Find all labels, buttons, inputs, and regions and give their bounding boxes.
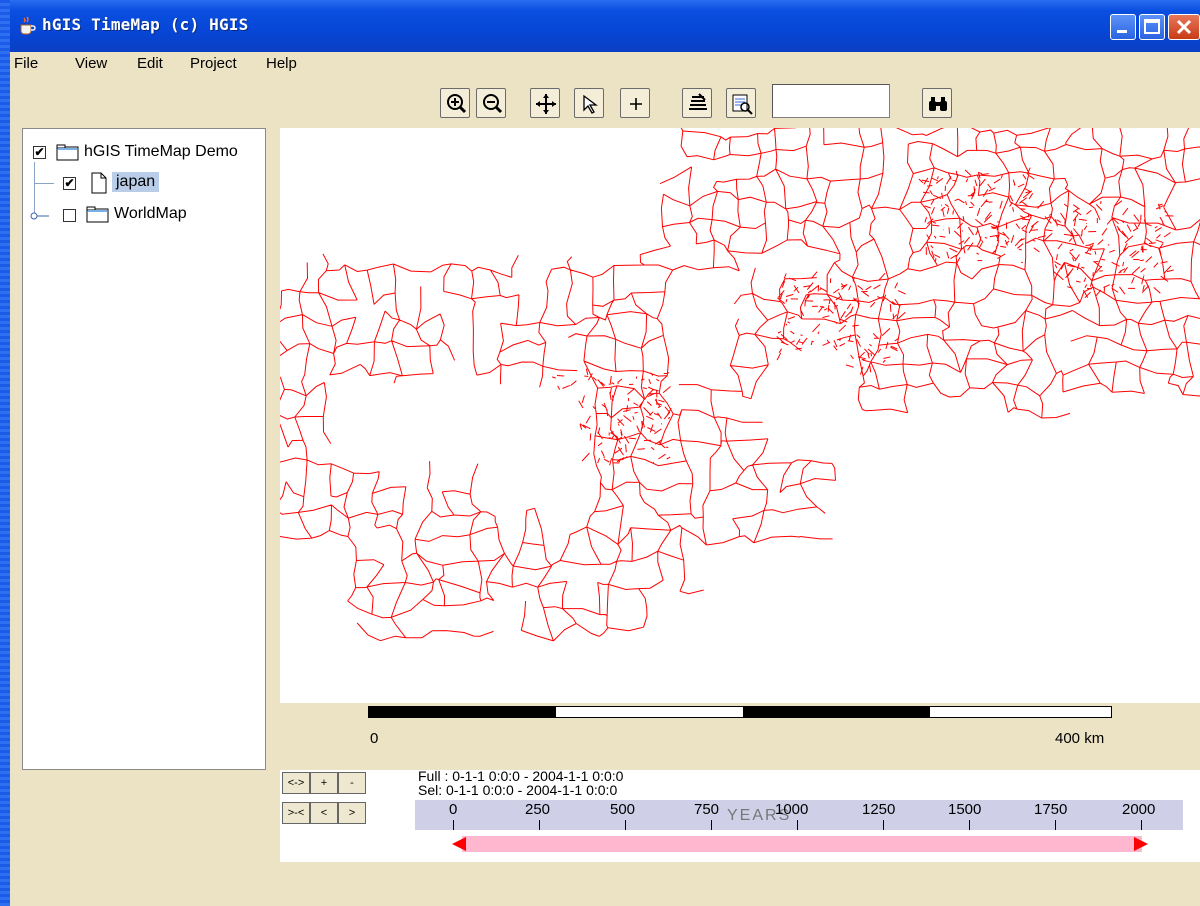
time-next-button[interactable]: > [338, 802, 366, 824]
time-shrink-button[interactable]: >-< [282, 802, 310, 824]
menu-bar [10, 52, 1200, 78]
range-start-handle-icon[interactable] [452, 836, 468, 856]
tick-mark [969, 820, 970, 830]
file-icon [90, 172, 108, 198]
search-input[interactable] [772, 84, 890, 118]
map-canvas[interactable] [280, 128, 1200, 703]
tree-expand-handle-icon[interactable] [30, 209, 52, 226]
tick-mark [711, 820, 712, 830]
tick-label: 750 [694, 801, 720, 818]
menu-project[interactable]: Project [190, 55, 237, 72]
tree-root-label[interactable]: hGIS TimeMap Demo [84, 143, 238, 161]
time-zoom-in-button[interactable]: + [310, 772, 338, 794]
tick-mark [453, 820, 454, 830]
scale-end-label: 400 km [1055, 730, 1105, 747]
folder-icon [56, 144, 80, 166]
time-expand-button[interactable]: <-> [282, 772, 310, 794]
tick-mark [1055, 820, 1056, 830]
java-cup-icon [17, 16, 37, 36]
close-button[interactable] [1168, 14, 1200, 40]
zoom-in-button[interactable] [440, 88, 470, 118]
scale-segment [743, 707, 930, 717]
district-boundaries [280, 128, 1200, 642]
menu-edit[interactable]: Edit [137, 55, 163, 72]
scale-start-label: 0 [370, 730, 379, 747]
layers-button[interactable] [682, 88, 712, 118]
tick-mark [883, 820, 884, 830]
zoom-in-icon [447, 94, 467, 114]
select-pointer-icon [583, 94, 598, 114]
layers-icon [689, 93, 707, 110]
maximize-button[interactable] [1139, 14, 1165, 40]
zoom-extent-button[interactable] [726, 88, 756, 118]
zoom-out-icon [483, 94, 503, 114]
window-frame-left [0, 0, 10, 906]
scale-segment [369, 707, 556, 717]
time-zoom-out-button[interactable]: - [338, 772, 366, 794]
tree-worldmap-label[interactable]: WorldMap [114, 205, 187, 223]
time-prev-button[interactable]: < [310, 802, 338, 824]
window-title: hGIS TimeMap (c) HGIS [42, 15, 249, 34]
add-point-button[interactable] [620, 88, 650, 118]
menu-file[interactable]: File [14, 55, 38, 72]
zoom-extent-icon [732, 94, 753, 115]
tree-japan-label[interactable]: japan [112, 172, 160, 192]
tick-label: 0 [449, 801, 458, 818]
tick-mark [1141, 820, 1142, 830]
scale-segment [556, 707, 743, 717]
tick-mark [797, 820, 798, 830]
plus-icon [630, 98, 642, 110]
menu-help[interactable]: Help [266, 55, 297, 72]
tree-japan-checkbox[interactable]: ✔ [63, 177, 76, 190]
tree-line [34, 183, 54, 184]
range-end-handle-icon[interactable] [1132, 836, 1148, 856]
tick-label: 1250 [862, 801, 896, 818]
map-layer-japan [280, 128, 1200, 642]
tick-label: 1750 [1034, 801, 1068, 818]
select-button[interactable] [574, 88, 604, 118]
tick-label: 1000 [775, 801, 809, 818]
tree-root-checkbox[interactable]: ✔ [33, 146, 46, 159]
tick-mark [539, 820, 540, 830]
folder-icon [86, 206, 110, 228]
menu-view[interactable]: View [75, 55, 107, 72]
find-button[interactable] [922, 88, 952, 118]
tick-label: 250 [525, 801, 551, 818]
time-range-selection[interactable] [462, 836, 1142, 852]
minimize-button[interactable] [1110, 14, 1136, 40]
time-selected-range: Sel: 0-1-1 0:0:0 - 2004-1-1 0:0:0 [418, 782, 618, 798]
layer-tree-panel [22, 128, 266, 770]
tree-worldmap-checkbox[interactable] [63, 209, 76, 222]
tick-label: 2000 [1122, 801, 1156, 818]
pan-icon [536, 94, 556, 114]
binoculars-icon [929, 97, 947, 111]
tick-mark [625, 820, 626, 830]
scale-segment [930, 707, 1111, 717]
tick-label: 1500 [948, 801, 982, 818]
zoom-out-button[interactable] [476, 88, 506, 118]
pan-button[interactable] [530, 88, 560, 118]
tick-label: 500 [610, 801, 636, 818]
